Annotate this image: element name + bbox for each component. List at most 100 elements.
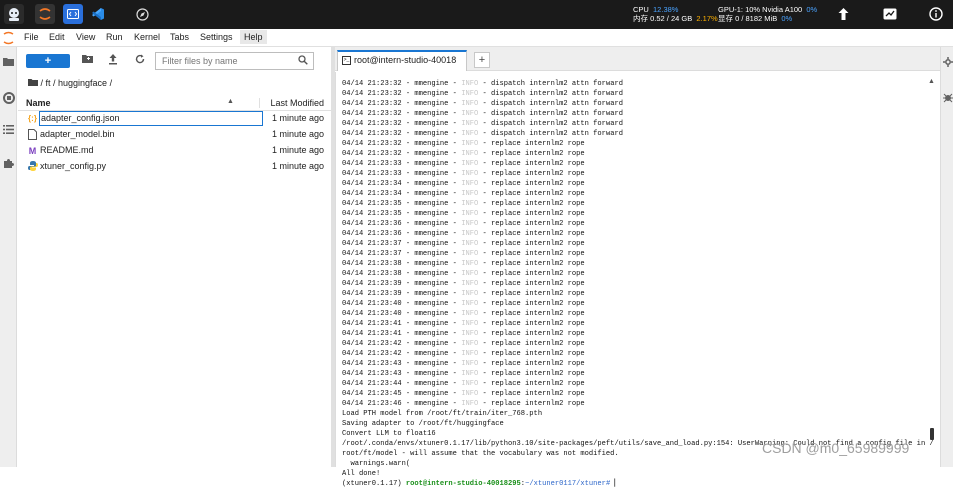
terminal-log-line: 04/14 21:23:42 - mmengine - INFO - repla… (342, 349, 934, 359)
scroll-up-icon[interactable]: ▲ (928, 78, 935, 85)
log-prefix: 04/14 21:23:32 - mmengine - (342, 90, 462, 98)
info-icon[interactable] (926, 4, 946, 24)
add-tab-button[interactable]: + (474, 52, 490, 68)
log-message: - dispatch internlm2 attn forward (478, 110, 623, 118)
log-message: - replace internlm2 rope (478, 290, 585, 298)
sort-up-icon[interactable]: ▲ (227, 98, 234, 105)
log-level: INFO (461, 150, 479, 158)
terminal-log-line: 04/14 21:23:45 - mmengine - INFO - repla… (342, 389, 934, 399)
menu-file[interactable]: File (24, 32, 39, 42)
vram-pct: 0% (781, 14, 793, 23)
json-file-icon: {:} (28, 114, 37, 123)
extension-puzzle-icon[interactable] (2, 158, 15, 171)
log-message: - replace internlm2 rope (478, 160, 585, 168)
log-level: INFO (461, 350, 479, 358)
file-list-header: Name ▲ Last Modified (18, 95, 331, 111)
file-row[interactable]: M README.md 1 minute ago (18, 143, 331, 159)
menu-run[interactable]: Run (106, 32, 123, 42)
top-toolbar: CPU 12.38% 内存 0.52 / 24 GB 2.17% GPU-1: … (0, 0, 953, 29)
terminal-log-line: 04/14 21:23:40 - mmengine - INFO - repla… (342, 309, 934, 319)
generic-file-icon (27, 129, 38, 141)
screen-icon[interactable] (880, 4, 900, 24)
file-name[interactable]: README.md (40, 145, 94, 155)
log-level: INFO (461, 200, 479, 208)
log-prefix: 04/14 21:23:32 - mmengine - (342, 140, 462, 148)
breadcrumb-path[interactable]: / ft / huggingface / (41, 78, 113, 88)
log-level: INFO (461, 400, 479, 408)
new-folder-icon[interactable] (80, 54, 94, 68)
log-prefix: 04/14 21:23:43 - mmengine - (342, 360, 462, 368)
terminal-log-line: 04/14 21:23:41 - mmengine - INFO - repla… (342, 329, 934, 339)
terminal-output-line: All done! (342, 470, 381, 478)
terminal-log-line: 04/14 21:23:37 - mmengine - INFO - repla… (342, 249, 934, 259)
menu-settings[interactable]: Settings (200, 32, 233, 42)
log-level: INFO (461, 290, 479, 298)
menu-help[interactable]: Help (240, 30, 267, 44)
file-name[interactable]: adapter_config.json (39, 111, 263, 126)
terminal-log-line: 04/14 21:23:32 - mmengine - INFO - dispa… (342, 89, 934, 99)
debugger-icon[interactable] (943, 93, 953, 105)
log-prefix: 04/14 21:23:32 - mmengine - (342, 120, 462, 128)
file-modified: 1 minute ago (271, 161, 324, 171)
vscode-icon[interactable] (88, 4, 108, 24)
menu-kernel[interactable]: Kernel (134, 32, 160, 42)
toc-list-icon[interactable] (2, 125, 15, 138)
column-modified-header[interactable]: Last Modified (259, 98, 324, 108)
tab-terminal-label: root@intern-studio-40018 (354, 55, 457, 65)
log-prefix: 04/14 21:23:46 - mmengine - (342, 400, 462, 408)
log-level: INFO (461, 250, 479, 258)
menu-edit[interactable]: Edit (49, 32, 65, 42)
refresh-icon[interactable] (133, 54, 147, 68)
file-row[interactable]: {:} adapter_config.json 1 minute ago (18, 111, 331, 127)
terminal-log-line: 04/14 21:23:36 - mmengine - INFO - repla… (342, 219, 934, 229)
running-icon[interactable] (2, 92, 15, 105)
new-launcher-button[interactable]: + (26, 54, 70, 68)
jupyter-icon[interactable] (35, 4, 55, 24)
terminal-log-line: 04/14 21:23:38 - mmengine - INFO - repla… (342, 269, 934, 279)
upload-icon[interactable] (106, 54, 120, 68)
log-prefix: 04/14 21:23:36 - mmengine - (342, 230, 462, 238)
mem-label: 内存 (633, 14, 648, 23)
log-prefix: 04/14 21:23:35 - mmengine - (342, 210, 462, 218)
log-prefix: 04/14 21:23:45 - mmengine - (342, 390, 462, 398)
upload-arrow-icon[interactable] (833, 4, 853, 24)
file-name[interactable]: adapter_model.bin (40, 129, 115, 139)
log-message: - dispatch internlm2 attn forward (478, 80, 623, 88)
log-message: - replace internlm2 rope (478, 170, 585, 178)
cpu-label: CPU (633, 5, 649, 14)
compass-icon[interactable] (132, 4, 152, 24)
terminal-scrollbar[interactable]: ▲ (928, 78, 936, 463)
intern-logo-icon[interactable] (4, 4, 24, 24)
gpu-stats: GPU-1: 10% Nvidia A100 0% 显存 0 / 8182 Mi… (718, 5, 817, 23)
cpu-mem-stats: CPU 12.38% 内存 0.52 / 24 GB 2.17% (633, 5, 718, 23)
tab-terminal[interactable]: >_ root@intern-studio-40018 (337, 50, 467, 71)
file-row[interactable]: xtuner_config.py 1 minute ago (18, 159, 331, 175)
menu-view[interactable]: View (76, 32, 95, 42)
terminal-prompt[interactable]: (xtuner0.1.17) root@intern-studio-400182… (342, 479, 934, 489)
folder-icon[interactable] (2, 57, 15, 70)
vram-value: 0 / 8182 MiB (735, 14, 778, 23)
file-name[interactable]: xtuner_config.py (40, 161, 106, 171)
log-prefix: 04/14 21:23:35 - mmengine - (342, 200, 462, 208)
python-file-icon (27, 161, 38, 173)
breadcrumb-folder-icon[interactable] (28, 78, 38, 88)
menu-tabs[interactable]: Tabs (170, 32, 189, 42)
property-inspector-icon[interactable] (943, 57, 953, 69)
terminal-log-line: 04/14 21:23:33 - mmengine - INFO - repla… (342, 159, 934, 169)
terminal-log-line: 04/14 21:23:39 - mmengine - INFO - repla… (342, 289, 934, 299)
gpu-label: GPU-1: 10% Nvidia A100 (718, 5, 803, 14)
terminal-log-line: 04/14 21:23:32 - mmengine - INFO - dispa… (342, 119, 934, 129)
column-name-header[interactable]: Name (26, 98, 51, 108)
file-row[interactable]: adapter_model.bin 1 minute ago (18, 127, 331, 143)
filter-files-input[interactable]: Filter files by name (155, 52, 314, 70)
terminal-panel[interactable]: 04/14 21:23:32 - mmengine - INFO - dispa… (335, 72, 940, 488)
prompt-env: (xtuner0.1.17) (342, 480, 406, 488)
scrollbar-thumb[interactable] (930, 428, 934, 440)
markdown-file-icon: M (28, 146, 37, 156)
code-icon[interactable] (63, 4, 83, 24)
filter-placeholder: Filter files by name (162, 56, 238, 66)
log-level: INFO (461, 170, 479, 178)
log-level: INFO (461, 100, 479, 108)
log-message: - replace internlm2 rope (478, 380, 585, 388)
main-tab-bar: >_ root@intern-studio-40018 + (335, 47, 940, 71)
